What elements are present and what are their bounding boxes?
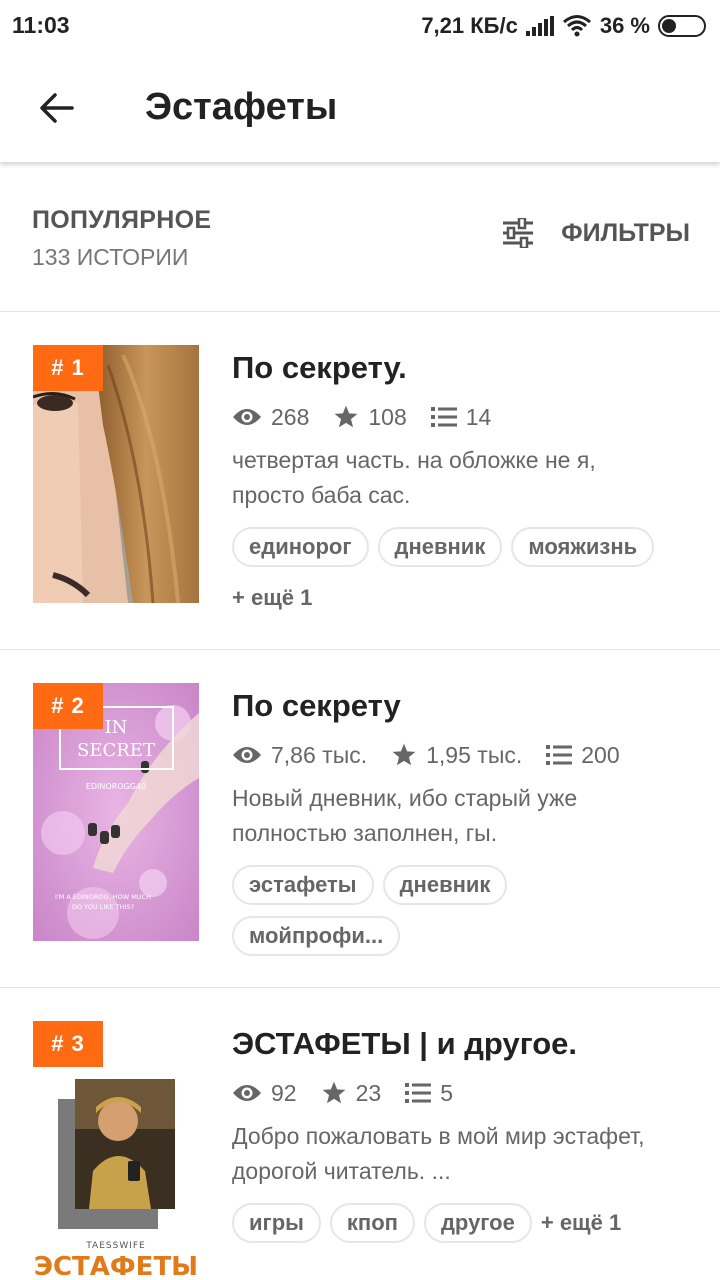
star-icon: [392, 743, 416, 766]
story-title[interactable]: По секрету: [232, 688, 696, 724]
list-icon: [430, 407, 457, 427]
tag-chip[interactable]: эстафеты: [232, 865, 374, 905]
cover-title: ЭСТАФЕТЫ: [34, 1252, 198, 1279]
story-description: Новый дневник, ибо старый уже полностью …: [232, 781, 696, 851]
parts-stat: 200: [546, 741, 620, 769]
star-icon: [335, 405, 358, 428]
section-header: ПОПУЛЯРНОЕ 133 ИСТОРИИ ФИЛЬТРЫ: [0, 162, 720, 312]
description-line: просто баба сас.: [232, 482, 411, 508]
signal-icon: [525, 16, 554, 36]
story-stats: 92 23 5: [232, 1078, 696, 1108]
more-tags-link[interactable]: + ещё 1: [232, 578, 312, 618]
sliders-icon: [503, 218, 534, 248]
parts-count: 14: [465, 403, 492, 430]
arrow-back-icon: [40, 93, 74, 123]
tag-list: единорог дневник мояжизнь + ещё 1: [232, 527, 696, 618]
description-line: полностью заполнен, гы.: [232, 820, 498, 846]
list-icon: [546, 745, 573, 765]
battery-percent: 36 %: [599, 13, 650, 38]
tag-chip[interactable]: дневник: [382, 865, 508, 905]
story-info: ЭСТАФЕТЫ | и другое. 92 23 5 Добро пожал…: [232, 1026, 696, 1243]
story-item[interactable]: # 1 По секрету. 268 108 14 четвертая час…: [0, 312, 720, 650]
filter-button[interactable]: ФИЛЬТРЫ: [501, 218, 690, 248]
rank-badge: # 1: [33, 345, 103, 391]
tag-list: эстафеты дневник мойпрофи...: [232, 865, 532, 956]
rank-badge: # 3: [33, 1021, 103, 1067]
cover-text: IN: [105, 717, 128, 738]
tag-chip[interactable]: дневник: [377, 527, 503, 567]
back-button[interactable]: [28, 80, 84, 136]
cover-author: TAESSWIFE: [85, 1241, 145, 1251]
filter-label: ФИЛЬТРЫ: [561, 218, 690, 247]
eye-icon: [233, 747, 261, 763]
parts-stat: 14: [430, 403, 492, 431]
star-icon: [322, 1081, 345, 1104]
story-info: По секрету. 268 108 14 четвертая часть. …: [232, 350, 696, 618]
cover-author: EDINOROGG40: [86, 782, 146, 791]
votes-stat: 108: [333, 403, 407, 431]
story-item[interactable]: TAESSWIFE ЭСТАФЕТЫ # 3 ЭСТАФЕТЫ | и друг…: [0, 988, 720, 1280]
views-stat: 7,86 тыс.: [232, 742, 367, 769]
parts-stat: 5: [405, 1080, 453, 1107]
tag-list: игры кпоп другое + ещё 1: [232, 1203, 696, 1243]
network-speed: 7,21 КБ/с: [421, 13, 518, 38]
list-icon: [405, 1083, 432, 1103]
story-count: 133 ИСТОРИИ: [32, 244, 189, 270]
tag-chip[interactable]: кпоп: [329, 1203, 415, 1243]
tag-chip[interactable]: мойпрофи...: [232, 916, 401, 956]
status-icons: 7,21 КБ/с 36 %: [421, 12, 706, 40]
description-line: Добро пожаловать в мой мир эстафет,: [232, 1123, 645, 1149]
votes-stat: 23: [321, 1079, 382, 1107]
story-stats: 268 108 14: [232, 402, 696, 432]
views-count: 92: [271, 1079, 297, 1106]
eye-icon: [233, 409, 261, 425]
story-stats: 7,86 тыс. 1,95 тыс. 200: [232, 740, 696, 770]
more-tags-link[interactable]: + ещё 1: [541, 1203, 621, 1243]
tag-chip[interactable]: игры: [232, 1203, 321, 1243]
status-time: 11:03: [12, 12, 70, 38]
app-bar: Эстафеты: [0, 52, 720, 162]
views-stat: 268: [232, 404, 309, 431]
section-title: ПОПУЛЯРНОЕ: [32, 206, 212, 234]
views-count: 268: [271, 403, 310, 430]
story-title[interactable]: ЭСТАФЕТЫ | и другое.: [232, 1026, 696, 1062]
description-line: четвертая часть. на обложке не я,: [232, 447, 596, 473]
views-count: 7,86 тыс.: [271, 741, 368, 768]
description-line: дорогой читатель. ...: [232, 1158, 451, 1184]
story-description: четвертая часть. на обложке не я, просто…: [232, 443, 696, 513]
tag-chip[interactable]: другое: [423, 1203, 532, 1243]
votes-count: 1,95 тыс.: [426, 741, 523, 768]
status-bar: 11:03 7,21 КБ/с 36 %: [0, 0, 720, 52]
parts-count: 200: [581, 741, 620, 768]
story-info: По секрету 7,86 тыс. 1,95 тыс. 200 Новый…: [232, 688, 696, 956]
story-description: Добро пожаловать в мой мир эстафет, доро…: [232, 1119, 696, 1189]
cover-caption: DO YOU LIKE THIS?: [72, 903, 134, 911]
wifi-icon: [562, 15, 591, 37]
votes-count: 23: [355, 1079, 382, 1106]
tag-chip[interactable]: единорог: [232, 527, 369, 567]
votes-count: 108: [368, 403, 407, 430]
cover-caption: I'M A EDINOROG, HOW MUCH: [55, 893, 151, 901]
tag-chip[interactable]: мояжизнь: [511, 527, 655, 567]
page-title: Эстафеты: [145, 86, 338, 128]
votes-stat: 1,95 тыс.: [391, 742, 522, 769]
cover-text: SECRET: [77, 740, 155, 761]
description-line: Новый дневник, ибо старый уже: [232, 785, 578, 811]
parts-count: 5: [440, 1079, 453, 1106]
eye-icon: [233, 1085, 261, 1101]
rank-badge: # 2: [33, 683, 103, 729]
views-stat: 92: [232, 1080, 297, 1107]
battery-level: [662, 19, 677, 33]
battery-icon: [658, 15, 706, 37]
story-title[interactable]: По секрету.: [232, 350, 696, 386]
story-item[interactable]: IN SECRET EDINOROGG40 I'M A EDINOROG, HO…: [0, 650, 720, 988]
